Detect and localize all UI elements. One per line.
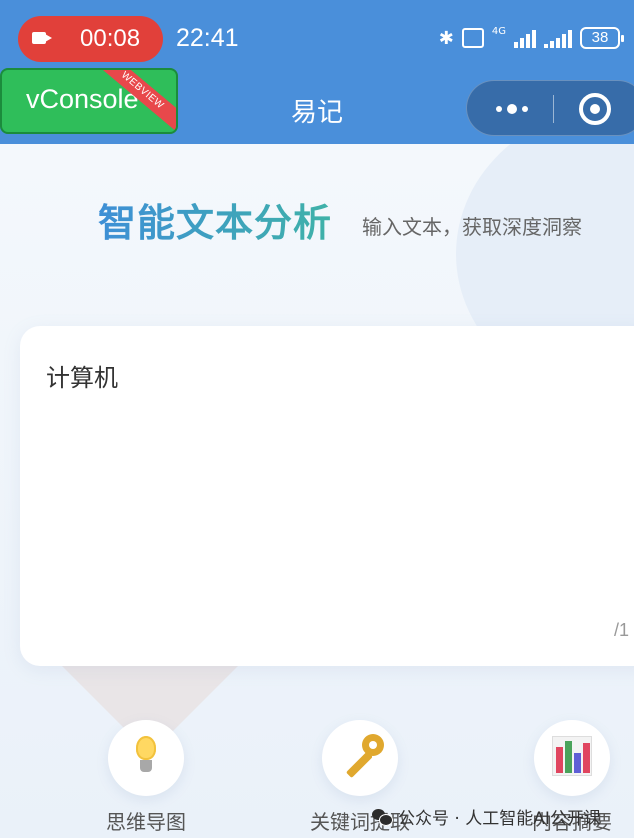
recording-time: 00:08 xyxy=(80,25,141,52)
watermark: 公众号 · 人工智能AI公开课 xyxy=(372,804,601,829)
bluetooth-icon: ✱ xyxy=(438,27,454,49)
network-type-label: 4G xyxy=(491,26,506,37)
character-count: /1 xyxy=(614,620,630,640)
vibrate-icon xyxy=(461,28,484,48)
text-input-card[interactable]: 计算机 /1 xyxy=(20,326,634,666)
screen-recording-indicator[interactable]: 00:08 xyxy=(18,16,163,62)
feature-mind-map[interactable]: 思维导图 xyxy=(66,720,226,838)
bar-chart-icon xyxy=(534,720,610,796)
watermark-text: 公众号 · 人工智能AI公开课 xyxy=(398,809,601,829)
wechat-icon xyxy=(372,808,393,826)
feature-label: 思维导图 xyxy=(106,810,186,834)
main-content: 智能文本分析 输入文本，获取深度洞察 计算机 /1 思维导图 关键词提取 内容摘… xyxy=(0,144,634,838)
text-input-area[interactable]: 计算机 xyxy=(46,358,118,393)
key-icon xyxy=(322,720,398,796)
video-camera-icon xyxy=(32,32,52,44)
status-bar: 00:08 22:41 ✱ 4G 38 xyxy=(0,0,634,72)
secondary-signal-icon xyxy=(544,28,572,48)
status-clock: 22:41 xyxy=(176,24,239,52)
headline: 智能文本分析 xyxy=(98,192,332,247)
capsule-divider xyxy=(553,95,554,123)
miniprogram-capsule xyxy=(466,80,634,136)
subheadline: 输入文本，获取深度洞察 xyxy=(362,215,582,239)
status-icons: ✱ 4G 38 xyxy=(438,26,624,50)
nav-bar: vConsole WEBVIEW 易记 xyxy=(0,68,634,144)
close-miniprogram-icon[interactable] xyxy=(579,93,611,125)
battery-icon: 38 xyxy=(580,27,624,49)
lightbulb-icon xyxy=(108,720,184,796)
signal-strength-icon xyxy=(514,28,536,48)
more-menu-icon[interactable] xyxy=(487,97,537,121)
